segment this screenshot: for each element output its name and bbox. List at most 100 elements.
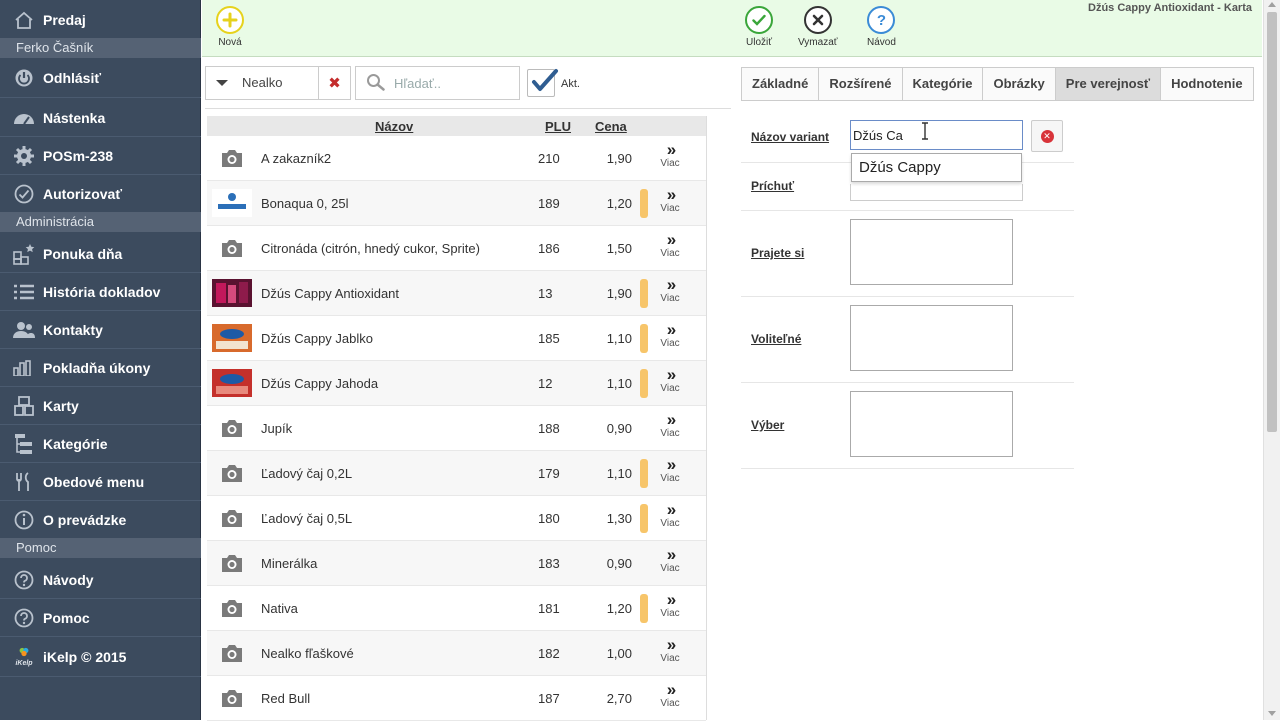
scroll-up-icon[interactable] bbox=[1268, 2, 1276, 7]
sidebar-item-label: História dokladov bbox=[43, 283, 161, 300]
table-row[interactable]: Jupík 188 0,90 » Viac bbox=[207, 406, 706, 451]
product-plu: 13 bbox=[538, 286, 553, 301]
sidebar-item-nastenka[interactable]: Nástenka bbox=[0, 99, 201, 137]
sidebar-item-kontakty[interactable]: Kontakty bbox=[0, 311, 201, 349]
more-button[interactable]: » Viac bbox=[657, 276, 683, 304]
sidebar-item-posm-238[interactable]: POSm-238 bbox=[0, 137, 201, 175]
tab-rozsirene[interactable]: Rozšírené bbox=[819, 67, 903, 101]
table-row[interactable]: Minerálka 183 0,90 » Viac bbox=[207, 541, 706, 586]
sidebar-item-karty[interactable]: Karty bbox=[0, 387, 201, 425]
save-button[interactable]: Uložiť bbox=[745, 6, 773, 48]
more-label: Viac bbox=[660, 473, 680, 484]
table-row[interactable]: Ľadový čaj 0,5L 180 1,30 » Viac bbox=[207, 496, 706, 541]
active-checkbox[interactable] bbox=[527, 66, 558, 100]
sidebar-item-label: iKelp © 2015 bbox=[43, 648, 127, 665]
product-price: 0,90 bbox=[606, 556, 632, 571]
flavor-input[interactable] bbox=[850, 184, 1023, 201]
more-button[interactable]: » Viac bbox=[657, 546, 683, 574]
sidebar-item-pomoc[interactable]: Pomoc bbox=[0, 599, 201, 637]
product-name: Nealko fľaškové bbox=[261, 646, 354, 661]
tab-pre-verejnost[interactable]: Pre verejnosť bbox=[1055, 67, 1162, 101]
home-icon bbox=[12, 10, 36, 30]
product-image bbox=[212, 189, 252, 217]
sidebar-item-kategorie[interactable]: Kategórie bbox=[0, 425, 201, 463]
product-name: Džús Cappy Antioxidant bbox=[261, 286, 400, 301]
scroll-down-icon[interactable] bbox=[1268, 711, 1276, 716]
divider bbox=[741, 210, 1074, 211]
sidebar-item-autorizovat[interactable]: Autorizovať bbox=[0, 175, 201, 213]
table-row[interactable]: Nativa 181 1,20 » Viac bbox=[207, 586, 706, 631]
table-row[interactable]: Džús Cappy Jablko 185 1,10 » Viac bbox=[207, 316, 706, 361]
tab-zakladne[interactable]: Základné bbox=[741, 67, 820, 101]
wish-textarea[interactable] bbox=[850, 219, 1013, 285]
divider bbox=[741, 468, 1074, 469]
product-image bbox=[212, 369, 252, 397]
category-dropdown[interactable] bbox=[205, 66, 238, 100]
more-button[interactable]: » Viac bbox=[657, 456, 683, 484]
more-button[interactable]: » Viac bbox=[657, 591, 683, 619]
page-scrollbar[interactable] bbox=[1263, 0, 1280, 720]
tab-kategorie[interactable]: Kategórie bbox=[902, 67, 984, 101]
delete-button[interactable]: Vymazať bbox=[798, 6, 838, 48]
sidebar-item-label: Pokladňa úkony bbox=[43, 359, 151, 376]
list-icon bbox=[12, 282, 36, 302]
new-button[interactable]: Nová bbox=[216, 6, 244, 48]
divider bbox=[741, 296, 1074, 297]
column-header-plu[interactable]: PLU bbox=[545, 119, 571, 134]
product-name: Bonaqua 0, 25l bbox=[261, 196, 349, 211]
table-row[interactable]: Nealko fľaškové 182 1,00 » Viac bbox=[207, 631, 706, 676]
table-row[interactable]: Bonaqua 0, 25l 189 1,20 » Viac bbox=[207, 181, 706, 226]
more-button[interactable]: » Viac bbox=[657, 366, 683, 394]
help-button[interactable]: ? Návod bbox=[867, 6, 896, 48]
highlight-marker bbox=[640, 594, 648, 623]
sidebar-item-historia-dokladov[interactable]: História dokladov bbox=[0, 273, 201, 311]
scroll-thumb[interactable] bbox=[1267, 12, 1277, 432]
clear-category-button[interactable]: ✖ bbox=[318, 66, 351, 100]
more-button[interactable]: » Viac bbox=[657, 231, 683, 259]
plus-icon bbox=[216, 6, 244, 34]
more-button[interactable]: » Viac bbox=[657, 681, 683, 709]
category-value[interactable]: Nealko bbox=[237, 66, 319, 100]
table-row[interactable]: Džús Cappy Jahoda 12 1,10 » Viac bbox=[207, 361, 706, 406]
fork-knife-icon bbox=[12, 471, 36, 492]
table-row[interactable]: Citronáda (citrón, hnedý cukor, Sprite) 1… bbox=[207, 226, 706, 271]
more-button[interactable]: » Viac bbox=[657, 141, 683, 169]
sidebar-item-obedove-menu[interactable]: Obedové menu bbox=[0, 463, 201, 501]
column-header-name[interactable]: Názov bbox=[375, 119, 413, 134]
table-row[interactable]: Džús Cappy Antioxidant 13 1,90 » Viac bbox=[207, 271, 706, 316]
more-button[interactable]: » Viac bbox=[657, 411, 683, 439]
double-chevron-right-icon: » bbox=[666, 185, 676, 204]
search-input[interactable] bbox=[394, 75, 514, 91]
sidebar-item-odhlasit[interactable]: Odhlásiť bbox=[0, 58, 201, 98]
sidebar-item-o-prevadzke[interactable]: O prevádzke bbox=[0, 501, 201, 539]
optional-textarea[interactable] bbox=[850, 305, 1013, 371]
chevron-down-icon bbox=[215, 80, 228, 86]
table-row[interactable]: A zakazník2 210 1,90 » Viac bbox=[207, 136, 706, 181]
column-header-price[interactable]: Cena bbox=[595, 119, 627, 134]
search-box[interactable] bbox=[355, 66, 520, 100]
tab-hodnotenie[interactable]: Hodnotenie bbox=[1161, 67, 1254, 101]
more-button[interactable]: » Viac bbox=[657, 501, 683, 529]
sidebar-item-pokladna-ukony[interactable]: Pokladňa úkony bbox=[0, 349, 201, 387]
product-price: 0,90 bbox=[606, 421, 632, 436]
more-button[interactable]: » Viac bbox=[657, 185, 683, 214]
variant-name-input[interactable] bbox=[850, 120, 1023, 150]
table-row[interactable]: Red Bull 187 2,70 » Viac bbox=[207, 676, 706, 721]
more-label: Viac bbox=[660, 653, 680, 664]
more-button[interactable]: » Viac bbox=[657, 636, 683, 664]
sidebar-item-predaj[interactable]: Predaj bbox=[0, 0, 201, 40]
product-image bbox=[212, 324, 252, 352]
autocomplete-suggestion[interactable]: Džús Cappy bbox=[851, 153, 1022, 182]
sidebar-item-label: Obedové menu bbox=[43, 473, 145, 490]
highlight-marker bbox=[640, 459, 648, 488]
sidebar-item-label: Kontakty bbox=[43, 321, 103, 338]
clear-variant-button[interactable]: ✕ bbox=[1031, 120, 1063, 152]
more-button[interactable]: » Viac bbox=[657, 321, 683, 349]
choice-textarea[interactable] bbox=[850, 391, 1013, 457]
table-row[interactable]: Ľadový čaj 0,2L 179 1,10 » Viac bbox=[207, 451, 706, 496]
tab-obrazky[interactable]: Obrázky bbox=[983, 67, 1056, 101]
sidebar-item-ponuka-dna[interactable]: Ponuka dňa bbox=[0, 235, 201, 273]
sidebar-item-navody[interactable]: Návody bbox=[0, 561, 201, 599]
delete-label: Vymazať bbox=[798, 37, 838, 48]
product-name: Ľadový čaj 0,2L bbox=[261, 466, 353, 481]
